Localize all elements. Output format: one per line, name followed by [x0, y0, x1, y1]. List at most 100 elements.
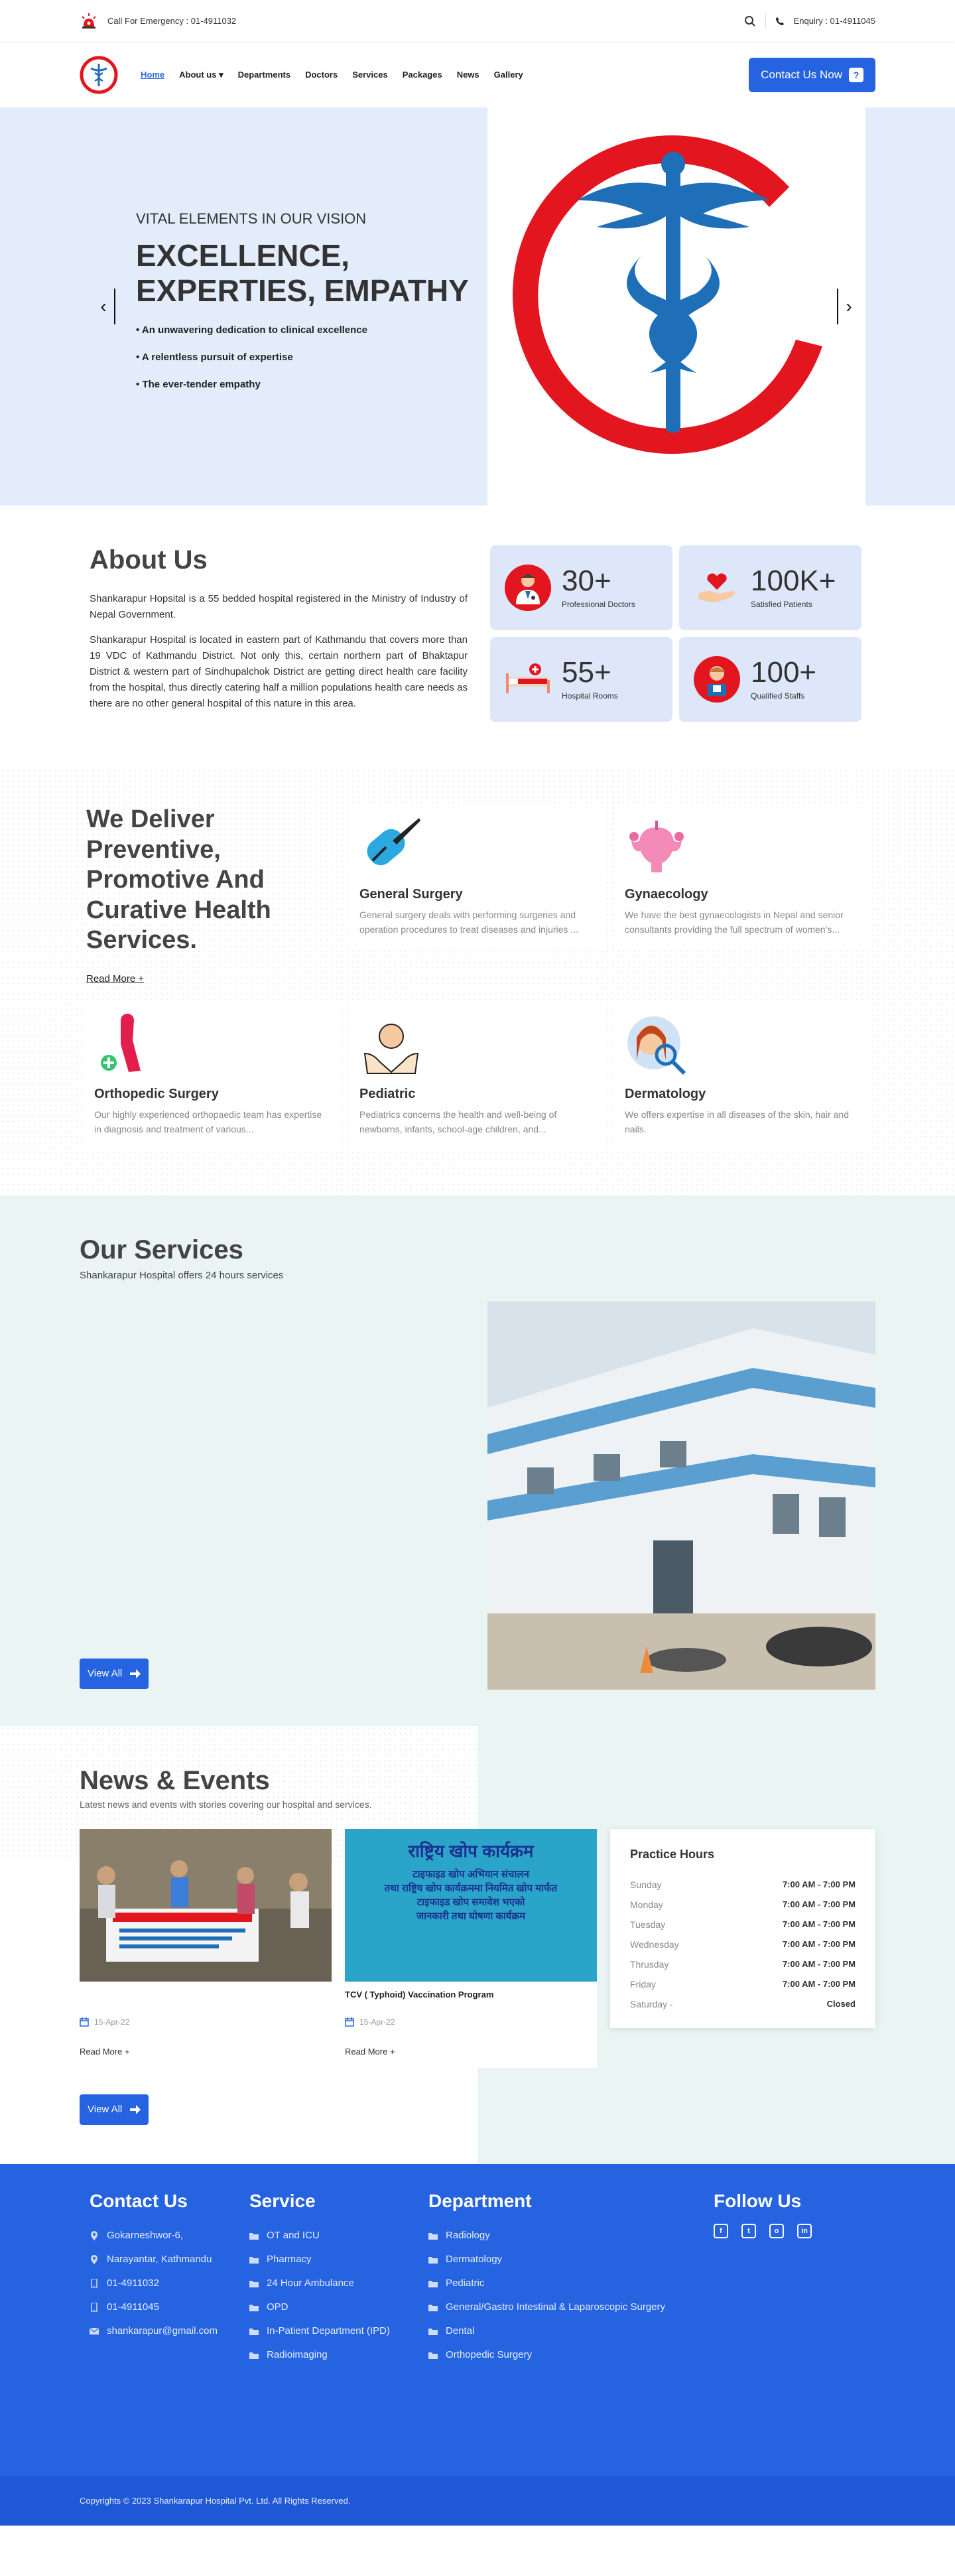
- footer-link[interactable]: Dermatology: [428, 2248, 665, 2271]
- copyright-bar: Copyrights © 2023 Shankarapur Hospital P…: [0, 2476, 955, 2526]
- heart-hand-icon: [694, 565, 740, 611]
- footer-link[interactable]: 24 Hour Ambulance: [249, 2271, 390, 2295]
- instagram-icon[interactable]: o: [769, 2223, 784, 2238]
- nav-about-us[interactable]: About us ▾: [179, 70, 223, 80]
- footer-link-text: 24 Hour Ambulance: [267, 2277, 354, 2289]
- site-footer: Contact Us Gokarneshwor-6, Narayantar, K…: [0, 2163, 955, 2526]
- footer-phone[interactable]: 01-4911032: [90, 2271, 218, 2295]
- footer-link[interactable]: General/Gastro Intestinal & Laparoscopic…: [428, 2295, 665, 2319]
- news-title: TCV ( Typhoid) Vaccination Program: [345, 1989, 494, 2000]
- stat-number: 30+: [562, 565, 611, 597]
- news-view-all-button[interactable]: View All: [80, 2094, 149, 2125]
- folder-icon: [249, 2256, 259, 2264]
- location-icon: [91, 2230, 97, 2240]
- footer-phone-text: 01-4911032: [107, 2277, 159, 2289]
- footer-address: Gokarneshwor-6,: [90, 2224, 218, 2248]
- linkedin-icon[interactable]: in: [797, 2223, 812, 2238]
- arrow-right-icon: [130, 2104, 141, 2114]
- nav-departments[interactable]: Departments: [238, 70, 290, 80]
- footer-link[interactable]: Orthopedic Surgery: [428, 2343, 665, 2367]
- service-card-general-surgery[interactable]: General Surgery General surgery deals wi…: [351, 805, 604, 949]
- envelope-icon: [90, 2327, 99, 2335]
- nav-news[interactable]: News: [457, 70, 479, 80]
- banner-title: राष्ट्रिय खोप कार्यक्रम: [408, 1840, 534, 1861]
- footer-link-text: OT and ICU: [267, 2230, 320, 2242]
- hours-day: Tuesday: [630, 1919, 666, 1930]
- card-title: Orthopedic Surgery: [94, 1086, 219, 1101]
- slider-prev-button[interactable]: ‹: [93, 289, 115, 324]
- service-card-pediatric[interactable]: Pediatric Pediatrics concerns the health…: [351, 1004, 604, 1149]
- about-heading: About Us: [90, 545, 208, 575]
- footer-link-text: Orthopedic Surgery: [446, 2349, 533, 2361]
- our-services-view-all-button[interactable]: View All: [80, 1658, 149, 1689]
- view-all-label: View All: [88, 1668, 123, 1680]
- read-more-link[interactable]: Read More +: [86, 973, 144, 984]
- folder-icon: [428, 2280, 438, 2287]
- question-icon: ?: [849, 68, 863, 82]
- footer-phone[interactable]: 01-4911045: [90, 2295, 218, 2319]
- hero-image: [487, 107, 865, 506]
- footer-link-text: Radiology: [446, 2230, 490, 2242]
- folder-icon: [249, 2352, 259, 2359]
- hero-title-line-2: EXPERTIES, EMPATHY: [136, 273, 469, 308]
- calendar-icon: [345, 2017, 354, 2027]
- card-desc: We offers expertise in all diseases of t…: [625, 1109, 849, 1135]
- news-read-more[interactable]: Read More +: [345, 2047, 597, 2057]
- footer-link[interactable]: In-Patient Department (IPD): [249, 2319, 390, 2343]
- contact-us-button[interactable]: Contact Us Now ?: [749, 58, 875, 92]
- footer-link[interactable]: Pediatric: [428, 2271, 665, 2295]
- folder-icon: [428, 2304, 438, 2311]
- nav-home[interactable]: Home: [141, 70, 164, 80]
- footer-link[interactable]: OPD: [249, 2295, 390, 2319]
- nav-gallery[interactable]: Gallery: [494, 70, 523, 80]
- hospital-logo[interactable]: [80, 56, 118, 94]
- mobile-phone-icon: [91, 2302, 97, 2312]
- news-card[interactable]: 15-Apr-22 Read More +: [80, 1828, 332, 2068]
- news-date-row: 15-Apr-22: [80, 2017, 332, 2027]
- hours-row: Monday 7:00 AM - 7:00 PM: [630, 1895, 856, 1915]
- slider-next-button[interactable]: ›: [837, 289, 860, 324]
- news-date: 15-Apr-22: [94, 2017, 130, 2027]
- hours-row: Sunday 7:00 AM - 7:00 PM: [630, 1875, 856, 1895]
- footer-link[interactable]: OT and ICU: [249, 2224, 390, 2248]
- hero-subtitle: VITAL ELEMENTS IN OUR VISION: [136, 210, 367, 227]
- hours-time: 7:00 AM - 7:00 PM: [782, 1958, 856, 1969]
- emergency-phone[interactable]: Call For Emergency : 01-4911032: [107, 16, 236, 26]
- hero-title: EXCELLENCE, EXPERTIES, EMPATHY: [136, 238, 481, 308]
- footer-link[interactable]: Radioimaging: [249, 2343, 390, 2367]
- service-card-dermatology[interactable]: Dermatology We offers expertise in all d…: [617, 1004, 869, 1149]
- footer-email[interactable]: shankarapur@gmail.com: [90, 2319, 218, 2343]
- hours-row: Thrusday 7:00 AM - 7:00 PM: [630, 1954, 856, 1974]
- news-read-more[interactable]: Read More +: [80, 2047, 332, 2057]
- footer-heading: Contact Us: [90, 2190, 188, 2211]
- copyright-text: Copyrights © 2023 Shankarapur Hospital P…: [80, 2496, 351, 2506]
- footer-link[interactable]: Radiology: [428, 2224, 665, 2248]
- hours-time: 7:00 AM - 7:00 PM: [782, 1919, 856, 1929]
- footer-department: Department Radiology Dermatology Pediatr…: [428, 2191, 665, 2367]
- stat-card: 100+ Qualified Staffs: [679, 637, 861, 722]
- enquiry-phone[interactable]: Enquiry : 01-4911045: [794, 16, 875, 26]
- service-card-orthopedic-surgery[interactable]: Orthopedic Surgery Our highly experience…: [86, 1004, 338, 1149]
- bone-joint-icon: [101, 1013, 141, 1072]
- nav-doctors[interactable]: Doctors: [305, 70, 338, 80]
- social-links: f t o in: [714, 2223, 812, 2238]
- footer-link-text: OPD: [267, 2301, 288, 2313]
- footer-link[interactable]: Dental: [428, 2319, 665, 2343]
- footer-link[interactable]: Pharmacy: [249, 2248, 390, 2271]
- nav-services[interactable]: Services: [352, 70, 388, 80]
- folder-icon: [249, 2232, 259, 2240]
- stat-number: 100K+: [751, 565, 836, 597]
- facebook-icon[interactable]: f: [714, 2223, 728, 2238]
- hero-bullet: • A relentless pursuit of expertise: [136, 351, 293, 363]
- service-card-gynaecology[interactable]: Gynaecology We have the best gynaecologi…: [617, 805, 869, 949]
- news-events-section: News & Events Latest news and events wit…: [0, 1726, 955, 2164]
- twitter-icon[interactable]: t: [741, 2223, 756, 2238]
- search-icon[interactable]: [744, 15, 756, 27]
- folder-icon: [249, 2280, 259, 2287]
- stat-number: 55+: [562, 656, 611, 689]
- hero-bullet: • The ever-tender empathy: [136, 378, 261, 390]
- our-services-subtitle: Shankarapur Hospital offers 24 hours ser…: [80, 1269, 284, 1281]
- nav-packages[interactable]: Packages: [403, 70, 442, 80]
- uterus-icon: [629, 821, 684, 872]
- news-card[interactable]: राष्ट्रिय खोप कार्यक्रम टाइफाइड खोप अभिय…: [345, 1828, 597, 2068]
